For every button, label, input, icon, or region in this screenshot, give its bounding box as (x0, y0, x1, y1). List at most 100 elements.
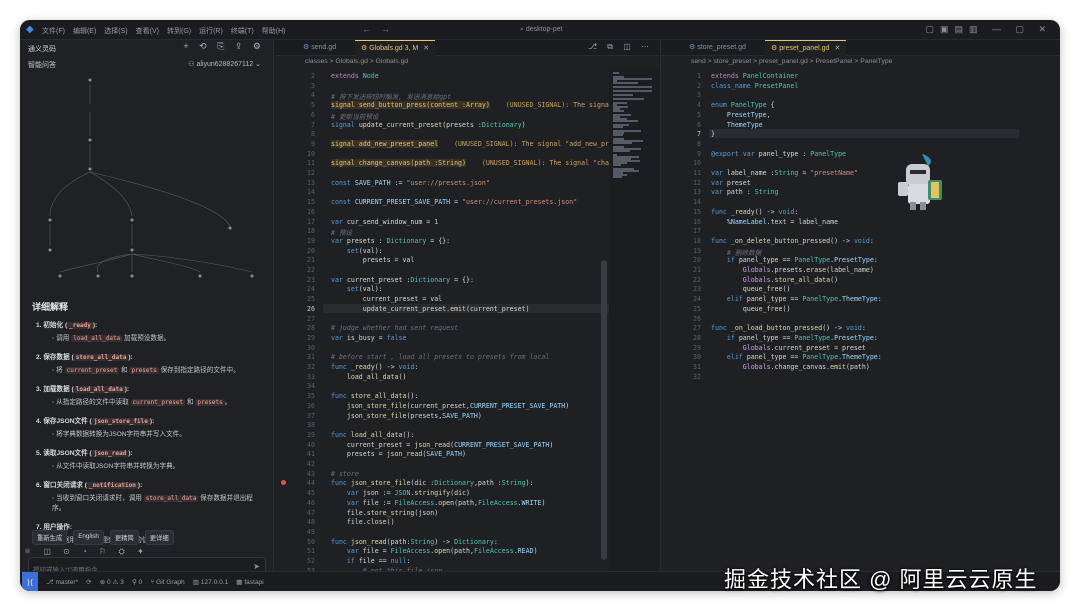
line-number[interactable]: 40 (293, 441, 315, 449)
line-number[interactable]: 45 (293, 489, 315, 497)
line-number[interactable]: 49 (293, 528, 315, 536)
problems-status[interactable]: ⊗ 0 ⚠ 3 (100, 578, 124, 586)
code-line[interactable]: file.close() (331, 518, 395, 526)
line-number[interactable]: 9 (293, 140, 315, 148)
code-line[interactable]: # 按下发送按钮时触发, 发送消息给gpt (331, 91, 451, 101)
line-number[interactable]: 23 (679, 285, 701, 293)
line-number[interactable]: 22 (679, 276, 701, 284)
menu-run[interactable]: 运行(R) (199, 26, 223, 36)
line-number[interactable]: 28 (679, 334, 701, 342)
line-number[interactable]: 18 (293, 227, 315, 235)
code-line[interactable]: PresetType, (711, 111, 771, 119)
line-number[interactable]: 48 (293, 518, 315, 526)
line-number[interactable]: 20 (679, 256, 701, 264)
close-icon[interactable]: ✕ (834, 45, 840, 52)
code-line[interactable]: func _ready() -> void: (711, 208, 798, 216)
code-line[interactable]: signal change_canvas(path :String) (UNUS… (331, 159, 641, 168)
line-number[interactable]: 4 (679, 101, 701, 109)
code-line[interactable]: signal update_current_preset(presets :Di… (331, 121, 526, 129)
editor-scrollbar[interactable] (601, 260, 607, 560)
line-number[interactable]: 8 (679, 140, 701, 148)
line-number[interactable]: 14 (293, 188, 315, 196)
code-line[interactable]: current_preset = val (331, 295, 442, 303)
code-line[interactable]: # 预设 (331, 227, 352, 237)
code-line[interactable]: @export var panel_type : PanelType (711, 150, 846, 158)
code-line[interactable]: if panel_type == PanelType.PresetType: (711, 334, 878, 342)
line-number[interactable]: 13 (293, 179, 315, 187)
line-number[interactable]: 14 (679, 198, 701, 206)
line-number[interactable]: 31 (293, 353, 315, 361)
line-number[interactable]: 30 (293, 344, 315, 352)
code-line[interactable]: json_store_file(current_preset,CURRENT_P… (331, 402, 569, 410)
code-line[interactable]: if file == null: (331, 557, 411, 565)
line-number[interactable]: 17 (679, 227, 701, 235)
code-line[interactable]: signal add_new_preset_panel (UNUSED_SIGN… (331, 139, 641, 148)
line-number[interactable]: 5 (679, 111, 701, 119)
line-number[interactable]: 13 (679, 188, 701, 196)
menu-go[interactable]: 转到(G) (167, 26, 191, 36)
line-number[interactable]: 52 (293, 557, 315, 565)
line-number[interactable]: 44 (293, 479, 315, 487)
line-number[interactable]: 35 (293, 392, 315, 400)
line-number[interactable]: 16 (679, 218, 701, 226)
editor-actions-icon[interactable]: ⎇ ⧉ ◫ ⋯ (588, 42, 653, 52)
line-number[interactable]: 34 (293, 382, 315, 390)
chat-actions-icon[interactable]: + ⟲ ⎘ ⇪ ⚙ (183, 41, 265, 52)
line-number[interactable]: 12 (679, 179, 701, 187)
line-number[interactable]: 38 (293, 421, 315, 429)
menu-selection[interactable]: 选择(S) (104, 26, 127, 36)
code-line[interactable]: if panel_type == PanelType.PresetType: (711, 256, 878, 264)
remote-indicator-icon[interactable]: ⟩⟨ (22, 572, 38, 591)
line-number[interactable]: 29 (293, 334, 315, 342)
line-number[interactable]: 25 (293, 295, 315, 303)
line-number[interactable]: 15 (293, 198, 315, 206)
code-line[interactable]: Globals.presets.erase(label_name) (711, 266, 874, 274)
git-graph-status[interactable]: ⑂ Git Graph (150, 579, 184, 586)
code-line[interactable]: # 更新当前预设 (331, 111, 379, 121)
menu-edit[interactable]: 编辑(E) (73, 26, 96, 36)
code-line[interactable]: enum PanelType { (711, 101, 775, 109)
code-line[interactable]: queue_free() (711, 305, 791, 313)
code-line[interactable]: var file := FileAccess.open(path,FileAcc… (331, 499, 546, 507)
layout-controls-icon[interactable]: ▢▣▤▥ — ▢ ✕ (925, 24, 1052, 35)
code-line[interactable]: Globals.change_canvas.emit(path) (711, 363, 870, 371)
line-number[interactable]: 26 (679, 315, 701, 323)
line-number[interactable]: 21 (293, 256, 315, 264)
code-line[interactable]: presets = json_read(SAVE_PATH) (331, 450, 466, 458)
line-number[interactable]: 19 (679, 247, 701, 255)
breakpoint-icon[interactable] (281, 480, 286, 486)
code-line[interactable]: var json := JSON.stringify(dic) (331, 489, 470, 497)
code-line[interactable]: elif panel_type == PanelType.ThemeType: (711, 295, 882, 303)
tab-preset-panel-gd[interactable]: ⚙ preset_panel.gd ✕ (765, 40, 847, 56)
line-number[interactable]: 27 (293, 315, 315, 323)
line-number[interactable]: 51 (293, 547, 315, 555)
line-number[interactable]: 18 (679, 237, 701, 245)
line-number[interactable]: 23 (293, 276, 315, 284)
code-line[interactable]: func _on_load_button_pressed() -> void: (711, 324, 866, 332)
code-line[interactable]: } (711, 130, 715, 138)
code-line[interactable]: elif panel_type == PanelType.ThemeType: (711, 353, 882, 361)
line-number[interactable]: 29 (679, 344, 701, 352)
code-line[interactable]: func json_store_file(dic :Dictionary,pat… (331, 479, 534, 487)
regenerate-button[interactable]: 重新生成 (32, 530, 68, 545)
menu-help[interactable]: 帮助(H) (262, 26, 286, 36)
line-number[interactable]: 9 (679, 150, 701, 158)
line-number[interactable]: 24 (293, 285, 315, 293)
line-number[interactable]: 16 (293, 208, 315, 216)
line-number[interactable]: 5 (293, 101, 315, 109)
nav-back-forward-icon[interactable]: ←→ (362, 24, 400, 34)
line-number[interactable]: 32 (679, 373, 701, 381)
python-env-status[interactable]: ▦ fastapi (236, 578, 264, 586)
line-number[interactable]: 42 (293, 460, 315, 468)
code-line[interactable]: current_preset = json_read(CURRENT_PRESE… (331, 441, 553, 449)
line-number[interactable]: 10 (293, 150, 315, 158)
menu-terminal[interactable]: 终端(T) (231, 26, 254, 36)
code-line[interactable]: # store (331, 470, 359, 478)
code-line[interactable]: Globals.current_preset = preset (711, 344, 866, 352)
code-line[interactable]: var current_preset :Dictionary = {}: (331, 276, 474, 284)
code-line[interactable]: func load_all_data(): (331, 431, 414, 439)
code-line[interactable]: func _on_delete_button_pressed() -> void… (711, 237, 874, 245)
line-number[interactable]: 8 (293, 130, 315, 138)
line-number[interactable]: 2 (679, 82, 701, 90)
code-line[interactable]: Globals.store_all_data() (711, 276, 838, 284)
